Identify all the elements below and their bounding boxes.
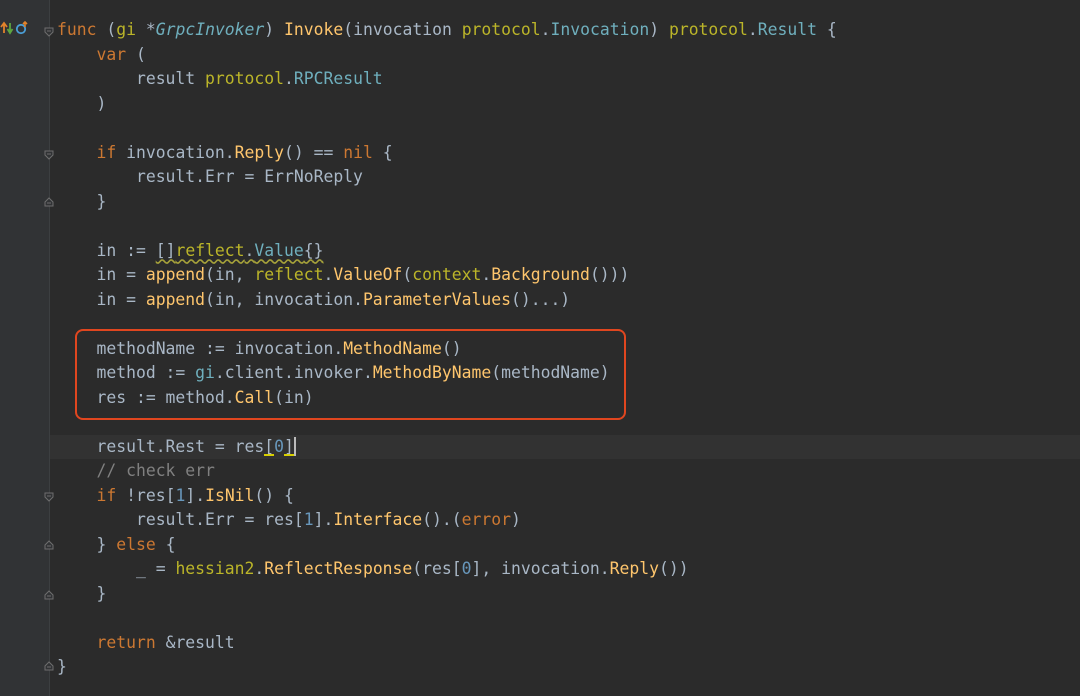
annotation-highlight-box	[75, 329, 626, 420]
matched-bracket: ]	[284, 436, 294, 456]
code-line-empty[interactable]	[57, 606, 1080, 631]
code-line[interactable]: return &result	[57, 631, 1080, 656]
code-line[interactable]: in = append(in, invocation.ParameterValu…	[57, 288, 1080, 313]
code-line[interactable]: func (gi *GrpcInvoker) Invoke(invocation…	[57, 18, 1080, 43]
code-line[interactable]: } else {	[57, 533, 1080, 558]
code-line[interactable]: in := []reflect.Value{}	[57, 239, 1080, 264]
fold-marker-icon[interactable]	[44, 590, 54, 600]
matched-bracket: [	[264, 436, 275, 456]
fold-marker-icon[interactable]	[44, 492, 54, 502]
run-arrows-icon[interactable]	[0, 21, 14, 35]
code-line[interactable]: }	[57, 655, 1080, 680]
fold-marker-icon[interactable]	[44, 197, 54, 207]
code-line[interactable]: }	[57, 582, 1080, 607]
code-line[interactable]: result protocol.RPCResult	[57, 67, 1080, 92]
fold-marker-icon[interactable]	[44, 540, 54, 550]
warning-squiggle[interactable]: []reflect.Value{}	[156, 241, 324, 260]
code-line-empty[interactable]	[57, 214, 1080, 239]
code-line[interactable]: in = append(in, reflect.ValueOf(context.…	[57, 263, 1080, 288]
code-line-empty[interactable]	[57, 116, 1080, 141]
code-editor[interactable]: func (gi *GrpcInvoker) Invoke(invocation…	[0, 0, 1080, 696]
code-line[interactable]: if invocation.Reply() == nil {	[57, 141, 1080, 166]
editor-gutter	[0, 0, 50, 696]
fold-marker-icon[interactable]	[44, 27, 54, 37]
fold-marker-icon[interactable]	[44, 661, 54, 671]
implements-icon[interactable]	[15, 21, 29, 35]
code-line[interactable]: result.Err = res[1].Interface().(error)	[57, 508, 1080, 533]
code-line[interactable]: if !res[1].IsNil() {	[57, 484, 1080, 509]
current-code-line[interactable]: result.Rest = res[0]	[50, 434, 1080, 460]
code-line[interactable]: var (	[57, 43, 1080, 68]
code-line[interactable]: }	[57, 190, 1080, 215]
fold-marker-icon[interactable]	[44, 150, 54, 160]
text-caret	[293, 436, 296, 456]
code-line[interactable]: // check err	[57, 459, 1080, 484]
code-line[interactable]: )	[57, 92, 1080, 117]
code-line[interactable]: result.Err = ErrNoReply	[57, 165, 1080, 190]
code-line[interactable]: _ = hessian2.ReflectResponse(res[0], inv…	[57, 557, 1080, 582]
